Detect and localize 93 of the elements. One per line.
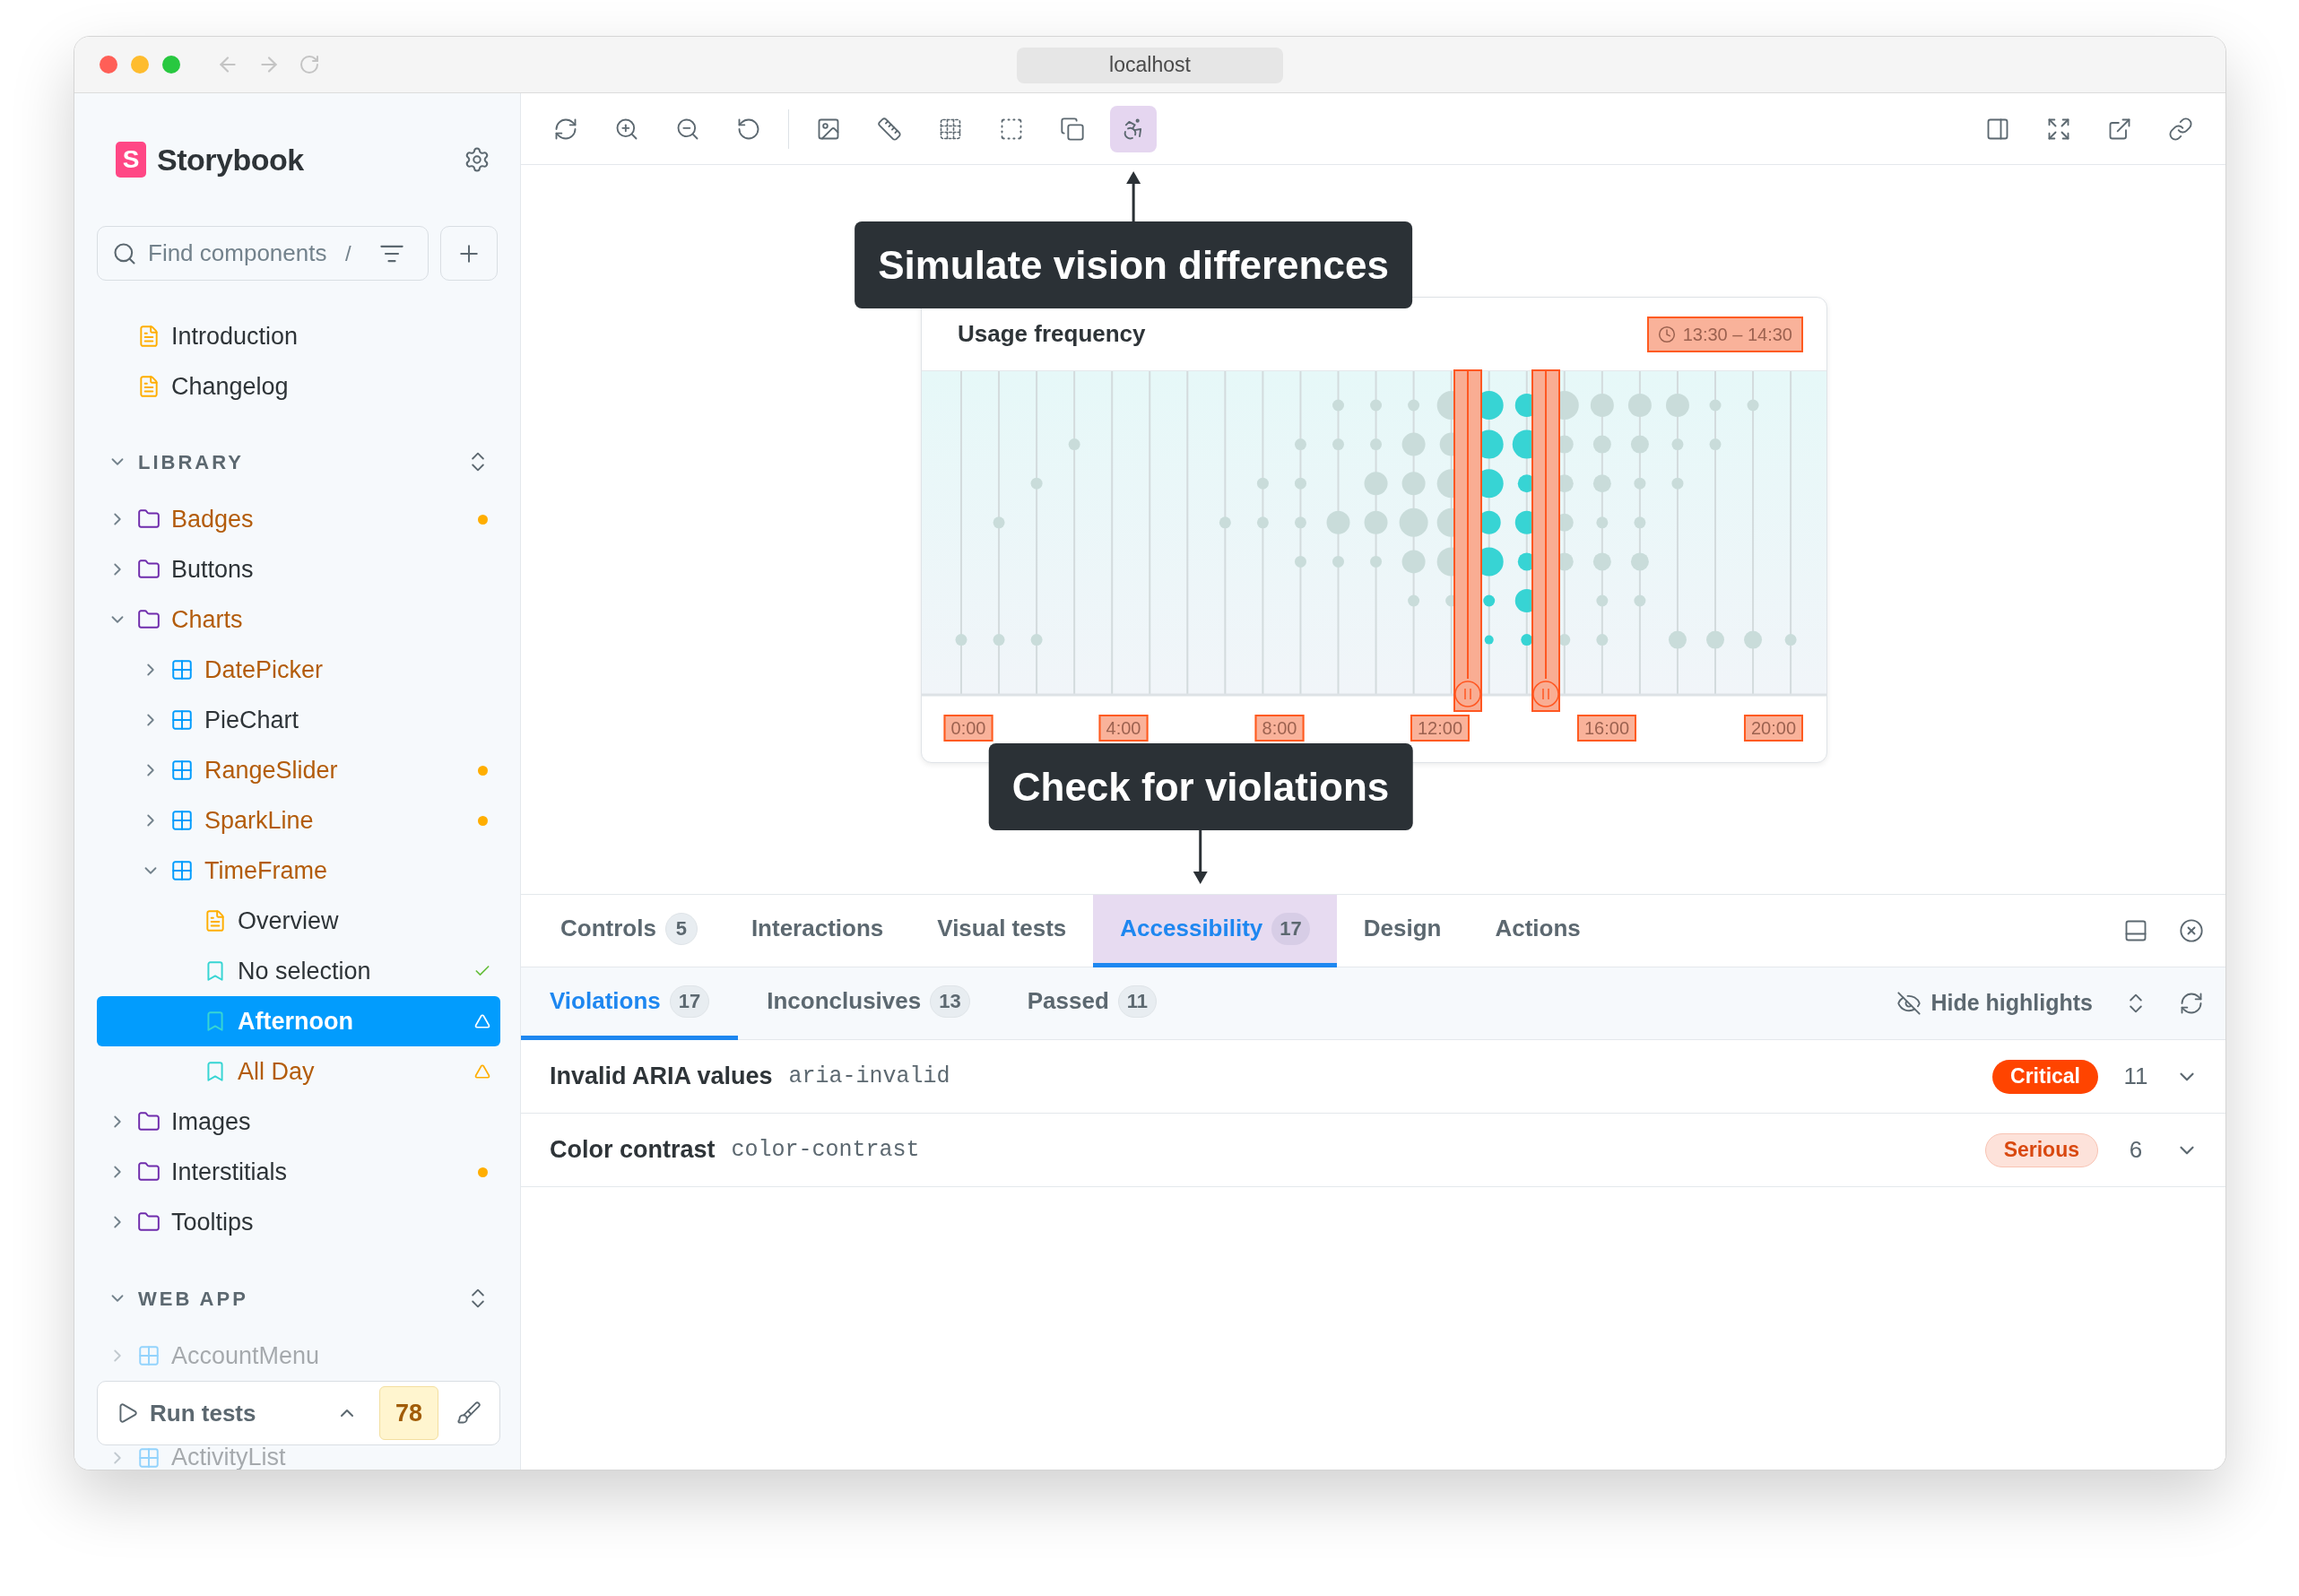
panel-tab[interactable]: Actions [1468, 894, 1608, 967]
tree-item[interactable]: DatePicker [97, 645, 500, 695]
refresh-icon[interactable] [2179, 991, 2204, 1016]
brush-icon[interactable] [456, 1401, 481, 1426]
eye-off-icon [1896, 991, 1922, 1016]
folder-icon [137, 507, 160, 531]
panel-layout-icon[interactable] [2123, 918, 2148, 943]
chart-title: Usage frequency [958, 319, 1146, 349]
component-icon [170, 658, 194, 681]
storybook-logo: S [116, 142, 146, 178]
document-icon [137, 375, 160, 398]
violation-title: Invalid ARIA values [550, 1062, 773, 1092]
time-range-badge: 13:30 – 14:30 [1646, 316, 1803, 352]
stacked-squares-icon [1060, 116, 1085, 142]
panel-tab[interactable]: Accessibility 17 [1093, 894, 1337, 967]
tree-item[interactable]: Charts [97, 594, 500, 645]
tree-item[interactable]: Buttons [97, 544, 500, 594]
count-pill: 17 [1271, 912, 1310, 945]
tree-item[interactable]: Overview [97, 896, 500, 946]
search-icon [112, 240, 137, 266]
count-pill: 17 [669, 984, 710, 1018]
brand-name: Storybook [157, 141, 304, 178]
run-tests-button[interactable]: Run tests [150, 1395, 325, 1431]
search-input[interactable]: Find components [148, 236, 345, 271]
ruler-icon [877, 116, 902, 142]
axis-tick-label: 0:00 [943, 715, 993, 742]
component-icon [170, 759, 194, 782]
axis-tick-label: 20:00 [1743, 715, 1804, 742]
tree-item[interactable]: Interstitials [97, 1147, 500, 1197]
tree-item[interactable]: No selection [97, 946, 500, 996]
close-icon[interactable] [2179, 918, 2204, 943]
count-pill: 5 [664, 912, 698, 945]
folder-icon [137, 558, 160, 581]
tree-item[interactable]: Images [97, 1097, 500, 1147]
section-heading[interactable]: LIBRARY [138, 447, 455, 477]
search-field[interactable]: Find components / [97, 226, 429, 281]
document-icon [137, 325, 160, 348]
tree-item[interactable]: Introduction [97, 311, 500, 361]
axis-tick-label: 12:00 [1410, 715, 1470, 742]
violation-count: 6 [2128, 1135, 2144, 1165]
violation-row[interactable]: Invalid ARIA values aria-invalid Critical 11 [521, 1040, 2225, 1114]
panel-tab[interactable]: Design [1336, 894, 1469, 967]
tree-item[interactable]: TimeFrame [97, 846, 500, 896]
panel-tab[interactable]: Interactions [724, 894, 911, 967]
tree-item[interactable]: SparkLine [97, 795, 500, 846]
rule-id: aria-invalid [788, 1062, 950, 1091]
folder-icon [137, 608, 160, 631]
subtab[interactable]: Violations 17 [521, 967, 739, 1040]
range-handle[interactable] [1453, 369, 1482, 712]
subtab[interactable]: Inconclusives 13 [738, 967, 999, 1040]
violation-title: Color contrast [550, 1135, 716, 1166]
count-pill: 11 [1117, 984, 1158, 1018]
tree-item[interactable]: Badges [97, 494, 500, 544]
component-icon [137, 1344, 160, 1367]
document-icon [204, 909, 227, 932]
component-icon [137, 1445, 160, 1470]
close-window-button[interactable] [100, 56, 117, 74]
tooltip: Simulate vision differences [855, 221, 1412, 308]
component-icon [170, 809, 194, 832]
settings-icon[interactable] [464, 146, 490, 173]
component-icon [170, 708, 194, 732]
hide-highlights-button[interactable]: Hide highlights [1896, 986, 2093, 1020]
rule-id: color-contrast [731, 1135, 920, 1165]
violation-row[interactable]: Color contrast color-contrast Serious 6 [521, 1114, 2225, 1187]
section-heading[interactable]: WEB APP [138, 1283, 455, 1314]
severity-badge: Critical [1992, 1059, 2098, 1094]
tree-item[interactable]: Afternoon [97, 996, 500, 1046]
tree-item[interactable]: All Day [97, 1046, 500, 1097]
violation-count: 11 [2122, 1062, 2149, 1091]
count-badge[interactable]: 78 [379, 1386, 438, 1440]
tooltip: Check for violations [988, 743, 1413, 830]
shortcut-hint: / [345, 239, 352, 267]
subtab[interactable]: Passed 11 [998, 967, 1186, 1040]
panel-tab[interactable]: Visual tests [910, 894, 1094, 967]
address-bar[interactable]: localhost [1017, 47, 1283, 83]
link-icon [2168, 116, 2193, 142]
folder-icon [137, 1160, 160, 1184]
tree-item[interactable]: RangeSlider [97, 745, 500, 795]
tree-item[interactable]: Changelog [97, 361, 500, 412]
tree-item[interactable]: PieChart [97, 695, 500, 745]
axis-tick-label: 4:00 [1098, 715, 1149, 742]
severity-badge: Serious [1984, 1132, 2098, 1167]
axis-tick-label: 8:00 [1254, 715, 1305, 742]
range-handle[interactable] [1531, 369, 1560, 712]
panel-tab[interactable]: Controls 5 [534, 894, 724, 967]
toolbar-button[interactable] [1110, 105, 1157, 152]
tree-item[interactable]: Tooltips [97, 1197, 500, 1247]
axis-tick-label: 16:00 [1576, 715, 1637, 742]
count-pill: 13 [930, 984, 970, 1018]
component-icon [170, 859, 194, 882]
folder-icon [137, 1110, 160, 1133]
folder-icon [137, 1210, 160, 1234]
clock-icon [1657, 325, 1676, 343]
